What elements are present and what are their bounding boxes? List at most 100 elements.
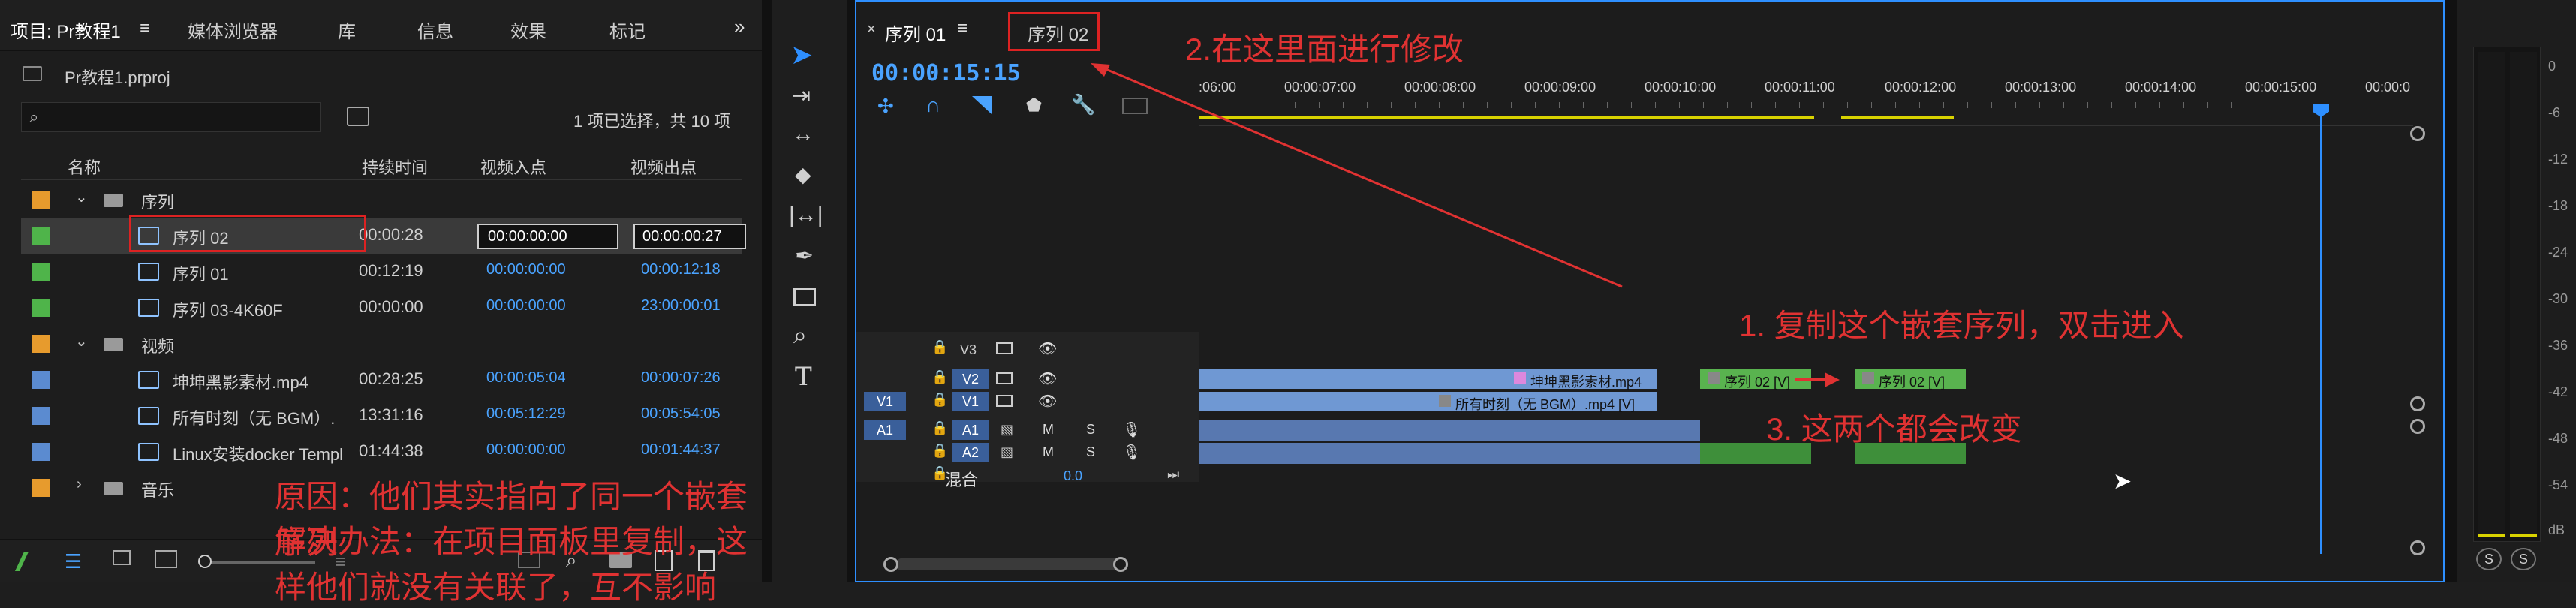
scroll-handle[interactable] [895, 558, 1128, 570]
search-icon: ⌕ [29, 107, 39, 126]
list-item[interactable]: 序列 01 00:12:19 00:00:00:00 00:00:12:18 [21, 254, 742, 290]
scroll-knob-top[interactable] [2410, 126, 2425, 141]
ripple-edit-tool-icon[interactable]: ↔ [792, 122, 814, 147]
sequence-icon [138, 299, 159, 317]
video-in-field[interactable]: 00:00:00:00 [477, 224, 618, 249]
chevron-down-icon[interactable]: ⌄ [75, 188, 88, 206]
folder-icon [104, 194, 123, 207]
item-in[interactable]: 00:00:00:00 [486, 261, 566, 278]
scroll-knob-mid2[interactable] [2410, 419, 2425, 434]
label-swatch [32, 227, 50, 245]
item-duration: 00:00:00 [359, 297, 423, 316]
item-in[interactable]: 00:00:05:04 [486, 369, 566, 387]
item-duration: 01:44:38 [359, 441, 423, 460]
scroll-knob-bottom[interactable] [2410, 540, 2425, 555]
tab-library[interactable]: 库 [338, 17, 356, 43]
item-name: 序列 [141, 193, 175, 212]
list-item[interactable]: 所有时刻（无 BGM）. 13:31:16 00:05:12:29 00:05:… [21, 398, 742, 434]
item-out[interactable]: 00:05:54:05 [641, 405, 721, 423]
annotation-copy-nested: 1. 复制这个嵌套序列，双击进入 [1739, 308, 2184, 343]
tab-menu-icon[interactable]: ≡ [140, 18, 150, 39]
meter-right [2510, 52, 2537, 537]
label-swatch [32, 191, 50, 209]
text-tool-icon[interactable]: T [795, 362, 812, 392]
tab-markers[interactable]: 标记 [609, 17, 646, 43]
chevron-right-icon[interactable]: › [77, 476, 82, 493]
list-item[interactable]: 序列 03-4K60F 00:00:00 00:00:00:00 23:00:0… [21, 290, 742, 326]
sequence-icon [138, 263, 159, 281]
timeline-panel: × 序列 01 ≡ 序列 02 2.在这里面进行修改 00:00:15:15 ✣… [855, 0, 2445, 582]
label-swatch [32, 299, 50, 317]
list-item[interactable]: 坤坤黑影素材.mp4 00:28:25 00:00:05:04 00:00:07… [21, 362, 742, 398]
list-item[interactable]: ⌄ 序列 [21, 182, 742, 218]
arrow-head [1091, 63, 1110, 77]
clip-icon [138, 407, 159, 425]
item-name: 序列 03-4K60F [173, 301, 283, 320]
project-column-header: 名称 持续时间 视频入点 视频出点 [21, 150, 742, 180]
clip-icon [138, 443, 159, 461]
label-swatch [32, 407, 50, 425]
icon-view-icon[interactable] [113, 550, 131, 565]
project-file-name: Pr教程1.prproj [65, 68, 170, 87]
col-video-out[interactable]: 视频出点 [630, 155, 697, 179]
panel-separator [847, 0, 855, 582]
item-out[interactable]: 00:01:44:37 [641, 441, 721, 459]
zoom-slider-handle[interactable] [198, 555, 212, 568]
find-icon[interactable] [347, 107, 369, 126]
meter-left [2478, 52, 2505, 537]
arrow-line [1094, 63, 1623, 288]
item-name: 坤坤黑影素材.mp4 [173, 373, 308, 392]
arrow-head [1825, 372, 1840, 387]
slip-tool-icon[interactable]: |↔| [789, 203, 823, 228]
scroll-knob-left[interactable] [883, 557, 898, 572]
tab-media-browser[interactable]: 媒体浏览器 [188, 17, 278, 43]
scroll-knob-right[interactable] [1113, 557, 1128, 572]
item-duration: 00:00:28 [359, 225, 423, 244]
list-item[interactable]: Linux安装docker Templ 01:44:38 00:00:00:00… [21, 434, 742, 470]
scroll-knob-mid[interactable] [2410, 396, 2425, 411]
chevron-down-icon[interactable]: ⌄ [75, 332, 88, 351]
freeform-view-icon[interactable] [155, 550, 177, 568]
annotation-solution: 解决办法：在项目面板里复制，这样他们就没有关联了，互不影响 [275, 524, 748, 605]
project-tabs: 项目: Pr教程1 ≡ 媒体浏览器 库 信息 效果 标记 » [0, 0, 762, 51]
solo-left-button[interactable]: S [2476, 548, 2502, 570]
item-out[interactable]: 23:00:00:01 [641, 297, 721, 315]
pen-tool-icon[interactable]: ✒ [795, 243, 814, 269]
pencil-icon[interactable] [14, 552, 44, 571]
col-name[interactable]: 名称 [68, 155, 101, 179]
item-out[interactable]: 00:00:12:18 [641, 261, 721, 278]
horizontal-scrollbar[interactable] [883, 557, 2415, 572]
item-name: 所有时刻（无 BGM）. [173, 409, 336, 428]
list-view-icon[interactable]: ☰ [65, 550, 82, 573]
list-item[interactable]: ⌄ 视频 [21, 326, 742, 362]
col-duration[interactable]: 持续时间 [362, 155, 428, 179]
razor-tool-icon[interactable]: ◆ [795, 162, 811, 187]
more-tabs-icon[interactable]: » [734, 15, 745, 38]
zoom-tool-icon[interactable]: ⌕ [793, 321, 807, 350]
item-in[interactable]: 00:00:00:00 [486, 441, 566, 459]
item-in[interactable]: 00:00:00:00 [486, 297, 566, 315]
item-in[interactable]: 00:05:12:29 [486, 405, 566, 423]
selection-tool-icon[interactable]: ➤ [790, 39, 813, 71]
project-panel: 项目: Pr教程1 ≡ 媒体浏览器 库 信息 效果 标记 » Pr教程1.prp… [0, 0, 762, 605]
audio-meter-panel: 0 -6 -12 -18 -24 -30 -36 -42 -48 -54 dB … [2457, 0, 2576, 582]
tab-effects[interactable]: 效果 [510, 17, 546, 43]
item-name: 音乐 [141, 481, 175, 500]
project-file-icon [23, 66, 42, 81]
video-out-field[interactable]: 00:00:00:27 [633, 224, 746, 249]
label-swatch [32, 443, 50, 461]
item-duration: 00:12:19 [359, 261, 423, 280]
track-select-tool-icon[interactable]: ⇥ [792, 83, 811, 109]
solo-right-button[interactable]: S [2511, 548, 2536, 570]
col-video-in[interactable]: 视频入点 [480, 155, 546, 179]
meter-scale: 0 -6 -12 -18 -24 -30 -36 -42 -48 -54 dB [2548, 59, 2568, 537]
tab-info[interactable]: 信息 [417, 17, 453, 43]
annotation-both-change: 3. 这两个都会改变 [1766, 411, 2022, 447]
rectangle-tool-icon[interactable] [793, 288, 816, 306]
item-out[interactable]: 00:00:07:26 [641, 369, 721, 387]
meter-peak-left [2478, 534, 2505, 537]
annotation-arrows [1091, 63, 1840, 387]
project-search-input[interactable]: ⌕ [21, 102, 321, 132]
tab-project[interactable]: 项目: Pr教程1 [11, 17, 121, 43]
folder-icon [104, 482, 123, 495]
